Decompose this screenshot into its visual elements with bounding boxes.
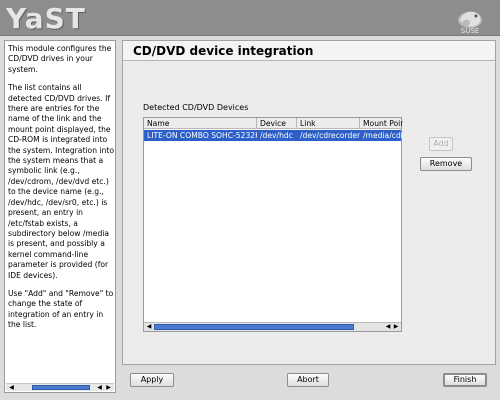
cell-device: /dev/hdc: [260, 131, 293, 140]
column-header-link[interactable]: Link: [297, 118, 360, 129]
help-paragraph: Use "Add" and "Remove" to change the sta…: [8, 288, 114, 330]
apply-button[interactable]: Apply: [130, 373, 174, 387]
help-panel: This module configures the CD/DVD drives…: [4, 40, 116, 393]
add-button[interactable]: Add: [429, 137, 453, 151]
suse-chameleon-icon: SUSE: [458, 11, 482, 34]
scroll-left-icon[interactable]: ◀: [145, 323, 153, 331]
remove-button[interactable]: Remove: [420, 157, 472, 171]
main-panel: CD/DVD device integration Detected CD/DV…: [122, 40, 496, 365]
finish-button[interactable]: Finish: [443, 373, 487, 387]
cell-name: LITE-ON COMBO SOHC-5232K: [147, 131, 257, 140]
scrollbar-thumb[interactable]: [154, 324, 354, 330]
column-header-device[interactable]: Device: [257, 118, 297, 129]
column-header-mount-point[interactable]: Mount Poir: [360, 118, 403, 129]
devices-table[interactable]: Name Device Link Mount Poir LITE-ON COMB…: [143, 117, 403, 332]
scroll-right-icon[interactable]: ▶: [392, 323, 400, 331]
table-row[interactable]: LITE-ON COMBO SOHC-5232K /dev/hdc /dev/c…: [144, 130, 403, 141]
table-header: Name Device Link Mount Poir: [144, 118, 403, 129]
yast-header: YaST SUSE: [0, 0, 500, 36]
devices-label: Detected CD/DVD Devices: [143, 103, 249, 112]
column-header-name[interactable]: Name: [144, 118, 257, 129]
scrollbar-thumb[interactable]: [32, 385, 90, 390]
table-horizontal-scrollbar[interactable]: ◀ ◀ ▶: [144, 322, 401, 331]
help-paragraph: The list contains all detected CD/DVD dr…: [8, 83, 114, 280]
cell-link: /dev/cdrecorder: [300, 131, 360, 140]
help-text: This module configures the CD/DVD drives…: [8, 44, 114, 376]
page-title: CD/DVD device integration: [123, 41, 495, 61]
svg-text:SUSE: SUSE: [461, 27, 479, 34]
yast-logo: YaST: [6, 2, 86, 35]
help-paragraph: This module configures the CD/DVD drives…: [8, 44, 112, 74]
scroll-left-icon[interactable]: ◀: [95, 384, 104, 391]
help-horizontal-scrollbar[interactable]: ◀ ◀ ▶: [6, 383, 114, 391]
abort-button[interactable]: Abort: [287, 373, 329, 387]
scroll-left-icon[interactable]: ◀: [7, 384, 16, 391]
scroll-right-icon[interactable]: ▶: [104, 384, 113, 391]
cell-mount-point: /media/cdr: [363, 131, 403, 140]
scroll-left-icon[interactable]: ◀: [384, 323, 392, 331]
